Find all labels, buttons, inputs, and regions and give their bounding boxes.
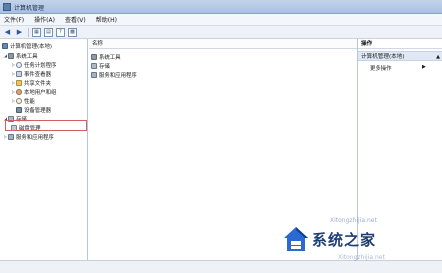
help-icon[interactable]: ? — [56, 27, 65, 37]
tree-item-system-tools[interactable]: ◢ 系统工具 — [3, 51, 38, 60]
watermark: Xitongzhijia.net 系统之家 Xitongzhijia.net — [282, 216, 442, 273]
event-log-icon — [16, 70, 22, 77]
menu-help[interactable]: 帮助(H) — [96, 15, 117, 24]
more-actions-label: 更多操作 — [370, 66, 392, 72]
actions-section-label: 计算机管理(本地) — [361, 54, 405, 60]
menu-bar: 文件(F) 操作(A) 查看(V) 帮助(H) — [0, 14, 442, 26]
tree-item-label: 任务计划程序 — [24, 62, 57, 69]
title-bar: 计算机管理 — [0, 0, 442, 14]
properties-icon[interactable]: ▤ — [44, 27, 53, 37]
watermark-url: Xitongzhijia.net — [338, 254, 385, 261]
tools-icon — [91, 53, 97, 60]
tree-item-services-apps[interactable]: ▷ 服务和应用程序 — [3, 132, 54, 141]
menu-file[interactable]: 文件(F) — [4, 15, 24, 24]
more-actions-link[interactable]: 更多操作 ▶ — [370, 64, 426, 72]
tree-item-label: 计算机管理(本地) — [10, 43, 52, 50]
tree-item-device-manager[interactable]: 设备管理器 — [16, 105, 51, 114]
list-item-label: 系统工具 — [99, 54, 121, 61]
list-item-label: 存储 — [99, 63, 110, 70]
tree-item-local-users[interactable]: ▷ 本地用户和组 — [11, 87, 56, 96]
toolbar-divider — [28, 27, 29, 37]
shared-folder-icon — [16, 79, 22, 86]
services-icon — [91, 71, 97, 78]
tree-item-shared-folders[interactable]: ▷ 共享文件夹 — [11, 78, 51, 87]
menu-action[interactable]: 操作(A) — [34, 15, 55, 24]
services-icon — [8, 133, 14, 140]
device-manager-icon — [16, 106, 22, 113]
actions-section-header[interactable]: 计算机管理(本地) ▲ — [358, 51, 442, 61]
list-item[interactable]: 服务和应用程序 — [91, 70, 137, 79]
users-icon — [16, 88, 22, 95]
window-title: 计算机管理 — [14, 5, 45, 12]
menu-view[interactable]: 查看(V) — [65, 15, 86, 24]
forward-arrow-icon[interactable]: ▶ — [15, 28, 24, 37]
watermark-brand: 系统之家 — [312, 231, 377, 249]
list-item[interactable]: 存储 — [91, 61, 110, 70]
show-action-pane-icon[interactable]: ▩ — [68, 27, 77, 37]
submenu-arrow-icon: ▶ — [422, 64, 426, 70]
watermark-url: Xitongzhijia.net — [330, 217, 377, 224]
back-arrow-icon[interactable]: ◀ — [3, 28, 12, 37]
tree-item-label: 服务和应用程序 — [16, 134, 54, 141]
storage-icon — [91, 62, 97, 69]
tree-item-label: 共享文件夹 — [24, 80, 51, 87]
list-item[interactable]: 系统工具 — [91, 52, 121, 61]
tree-item-root[interactable]: 计算机管理(本地) — [2, 41, 52, 50]
show-hide-tree-icon[interactable]: ▦ — [32, 27, 41, 37]
tree-item-task-scheduler[interactable]: ▷ 任务计划程序 — [11, 60, 56, 69]
tree-item-label: 事件查看器 — [24, 71, 51, 78]
tree-item-event-viewer[interactable]: ▷ 事件查看器 — [11, 69, 51, 78]
computer-management-icon — [3, 3, 11, 11]
tree-item-performance[interactable]: ▷ 性能 — [11, 96, 35, 105]
performance-gauge-icon — [16, 97, 22, 104]
column-header-name[interactable]: 名称 — [89, 39, 357, 49]
tree-item-label: 系统工具 — [16, 53, 38, 60]
clock-icon — [16, 61, 22, 68]
tools-icon — [8, 52, 14, 59]
highlight-box — [5, 120, 87, 131]
navigation-tree: 计算机管理(本地) ◢ 系统工具 ▷ 任务计划程序 ▷ 事件查看器 ▷ 共享文件… — [0, 39, 88, 260]
toolbar: ◀ ▶ ▦ ▤ ? ▩ — [0, 26, 442, 39]
house-logo-icon — [284, 227, 308, 251]
tree-item-label: 性能 — [24, 98, 35, 105]
tree-item-label: 设备管理器 — [24, 107, 51, 114]
actions-title: 操作 — [358, 39, 442, 49]
list-item-label: 服务和应用程序 — [99, 72, 137, 79]
computer-icon — [2, 42, 8, 49]
collapse-triangle-icon[interactable]: ▲ — [436, 52, 440, 62]
tree-item-label: 本地用户和组 — [24, 89, 57, 96]
